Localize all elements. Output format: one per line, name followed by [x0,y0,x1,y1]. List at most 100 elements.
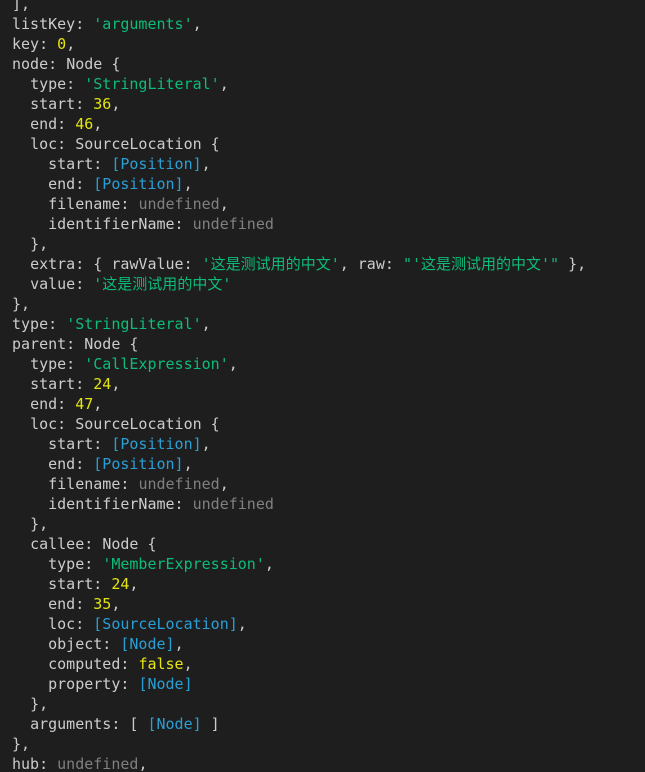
property-key: node: [12,55,67,73]
output-line: }, [12,294,645,314]
object-reference: [SourceLocation] [93,615,238,633]
object-reference: [Position] [93,175,184,193]
string-value: "'这是测试用的中文'" [402,255,560,273]
property-key: value: [30,275,94,293]
output-line: end: [Position], [12,174,645,194]
property-key: start: [48,155,112,173]
punctuation: , [111,595,121,613]
punctuation: , [219,475,229,493]
property-key: identifierName: [48,495,193,513]
output-line: }, [12,234,645,254]
property-key: loc: [30,135,76,153]
output-line: loc: [SourceLocation], [12,614,645,634]
punctuation: }, [30,235,49,253]
punctuation: , [138,755,148,772]
property-key: identifierName: [48,215,193,233]
boolean-value: false [138,655,184,673]
punctuation: , [129,575,139,593]
property-key: type: [12,315,67,333]
punctuation: , [93,115,103,133]
punctuation: , [174,635,184,653]
number-value: 0 [57,35,67,53]
output-line: node: Node { [12,54,645,74]
undefined-value: undefined [192,215,274,233]
property-key: start: [48,575,112,593]
property-key: raw: [357,255,403,273]
punctuation: }, [30,695,49,713]
property-key: end: [48,455,94,473]
output-line: end: [Position], [12,454,645,474]
object-reference: [Position] [93,455,184,473]
property-key: filename: [48,475,139,493]
output-line: callee: Node { [12,534,645,554]
property-key: start: [30,375,94,393]
output-line: extra: { rawValue: '这是测试用的中文', raw: "'这是… [12,254,645,274]
object-reference: [Node] [138,675,193,693]
punctuation: , [237,615,247,633]
property-key: filename: [48,195,139,213]
number-value: 46 [75,115,94,133]
output-line: type: 'CallExpression', [12,354,645,374]
property-key: end: [30,115,76,133]
object-reference: [Node] [120,635,175,653]
property-key: type: [30,75,85,93]
property-key: hub: [12,755,58,772]
property-key: arguments: [30,715,130,733]
undefined-value: undefined [192,495,274,513]
string-value: 'CallExpression' [84,355,229,373]
punctuation: Node { [84,335,139,353]
output-line: end: 35, [12,594,645,614]
output-line: filename: undefined, [12,194,645,214]
output-line: key: 0, [12,34,645,54]
punctuation: , [111,95,121,113]
undefined-value: undefined [138,195,220,213]
punctuation: , [111,375,121,393]
property-key: object: [48,635,121,653]
punctuation: , [183,655,193,673]
punctuation: }, [30,515,49,533]
object-reference: [Node] [147,715,202,733]
punctuation: }, [12,295,31,313]
output-line: value: '这是测试用的中文' [12,274,645,294]
output-line: start: 36, [12,94,645,114]
punctuation: , [183,175,193,193]
punctuation: , [66,35,76,53]
output-line: }, [12,694,645,714]
punctuation: , [93,395,103,413]
punctuation: , [264,555,274,573]
output-line: start: 24, [12,574,645,594]
punctuation: ], [12,0,31,13]
output-line: object: [Node], [12,634,645,654]
string-value: '这是测试用的中文' [93,275,232,293]
output-line: start: 24, [12,374,645,394]
output-line: hub: undefined, [12,754,645,772]
property-key: end: [30,395,76,413]
output-line: filename: undefined, [12,474,645,494]
output-line: loc: SourceLocation { [12,134,645,154]
property-key: start: [48,435,112,453]
property-key: parent: [12,335,85,353]
output-line: end: 47, [12,394,645,414]
output-line: }, [12,734,645,754]
output-line: listKey: 'arguments', [12,14,645,34]
output-line: start: [Position], [12,154,645,174]
string-value: '这是测试用的中文' [201,255,340,273]
object-reference: [Position] [111,155,202,173]
